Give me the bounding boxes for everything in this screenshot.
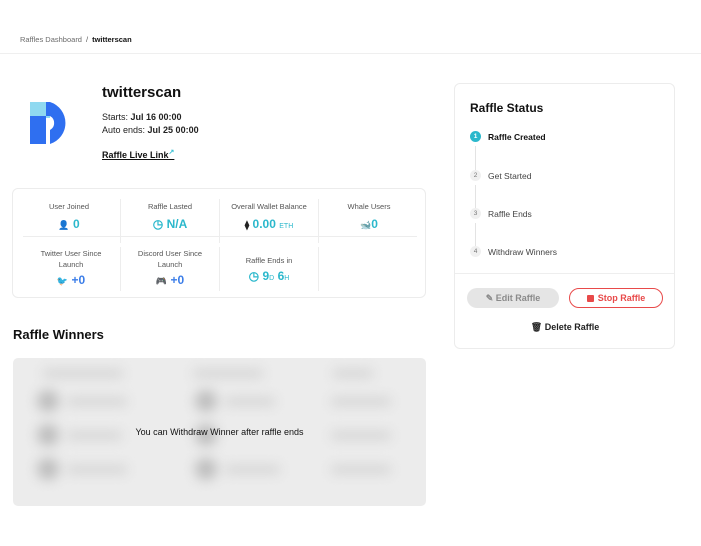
breadcrumb-separator: / (85, 35, 89, 44)
trash-icon: 🗑 (530, 321, 543, 332)
raffle-status-title: Raffle Status (470, 101, 544, 115)
raffle-stats-card: User Joined 👤 0 Raffle Lasted ◷ N/A Over… (12, 188, 426, 298)
status-step-get-started: 2 Get Started (470, 170, 531, 181)
stop-raffle-button[interactable]: Stop Raffle (569, 288, 663, 308)
breadcrumb-parent[interactable]: Raffles Dashboard (20, 35, 82, 44)
whale-icon: 🐋 (360, 220, 372, 230)
withdraw-winner-message: You can Withdraw Winner after raffle end… (135, 427, 304, 437)
status-step-raffle-ends: 3 Raffle Ends (470, 208, 532, 219)
raffle-status-card: Raffle Status 1 Raffle Created 2 Get Start… (454, 83, 675, 349)
step-number-badge: 2 (470, 170, 481, 181)
stat-twitter-since-launch: Twitter User Since Launch 🐦 +0 (40, 249, 102, 287)
raffle-end-time: Auto ends: Jul 25 00:00 (102, 125, 199, 135)
breadcrumb-current: twitterscan (92, 35, 132, 44)
breadcrumb: Raffles Dashboard / twitterscan (20, 35, 132, 44)
step-number-badge: 4 (470, 246, 481, 257)
pencil-icon: ✎ (485, 292, 494, 303)
stat-discord-since-launch: Discord User Since Launch 🎮 +0 (137, 249, 203, 287)
raffle-title: twitterscan (102, 84, 182, 101)
stop-icon (586, 295, 594, 302)
twitter-icon: 🐦 (56, 276, 69, 286)
user-icon: 👤 (58, 220, 70, 230)
header-divider (0, 53, 701, 54)
raffle-live-link[interactable]: Raffle Live Link↗ (102, 148, 174, 160)
clock-icon: ◷ (152, 217, 164, 231)
raffle-winners-panel: You can Withdraw Winner after raffle end… (13, 358, 426, 506)
ethereum-icon: ⧫ (244, 220, 250, 230)
step-number-badge: 1 (470, 131, 481, 142)
status-step-withdraw-winners: 4 Withdraw Winners (470, 246, 557, 257)
step-number-badge: 3 (470, 208, 481, 219)
raffle-start-time: Starts: Jul 16 00:00 (102, 112, 182, 122)
clock-icon: ◷ (248, 269, 260, 283)
raffle-winners-title: Raffle Winners (13, 327, 104, 342)
raffle-logo (30, 102, 66, 144)
stat-raffle-lasted: Raffle Lasted ◷ N/A (147, 202, 193, 231)
external-link-icon: ↗ (168, 149, 175, 156)
delete-raffle-button[interactable]: 🗑 Delete Raffle (515, 319, 615, 335)
stat-wallet-balance: Overall Wallet Balance ⧫ 0.00 ETH (231, 202, 307, 231)
edit-raffle-button[interactable]: ✎ Edit Raffle (467, 288, 559, 308)
discord-icon: 🎮 (155, 276, 168, 286)
stat-user-joined: User Joined 👤 0 (48, 202, 90, 231)
stat-whale-users: Whale Users 🐋0 (347, 202, 391, 231)
status-step-raffle-created: 1 Raffle Created (470, 131, 546, 142)
stat-raffle-ends-in: Raffle Ends in ◷ 9D 6H (245, 256, 293, 283)
